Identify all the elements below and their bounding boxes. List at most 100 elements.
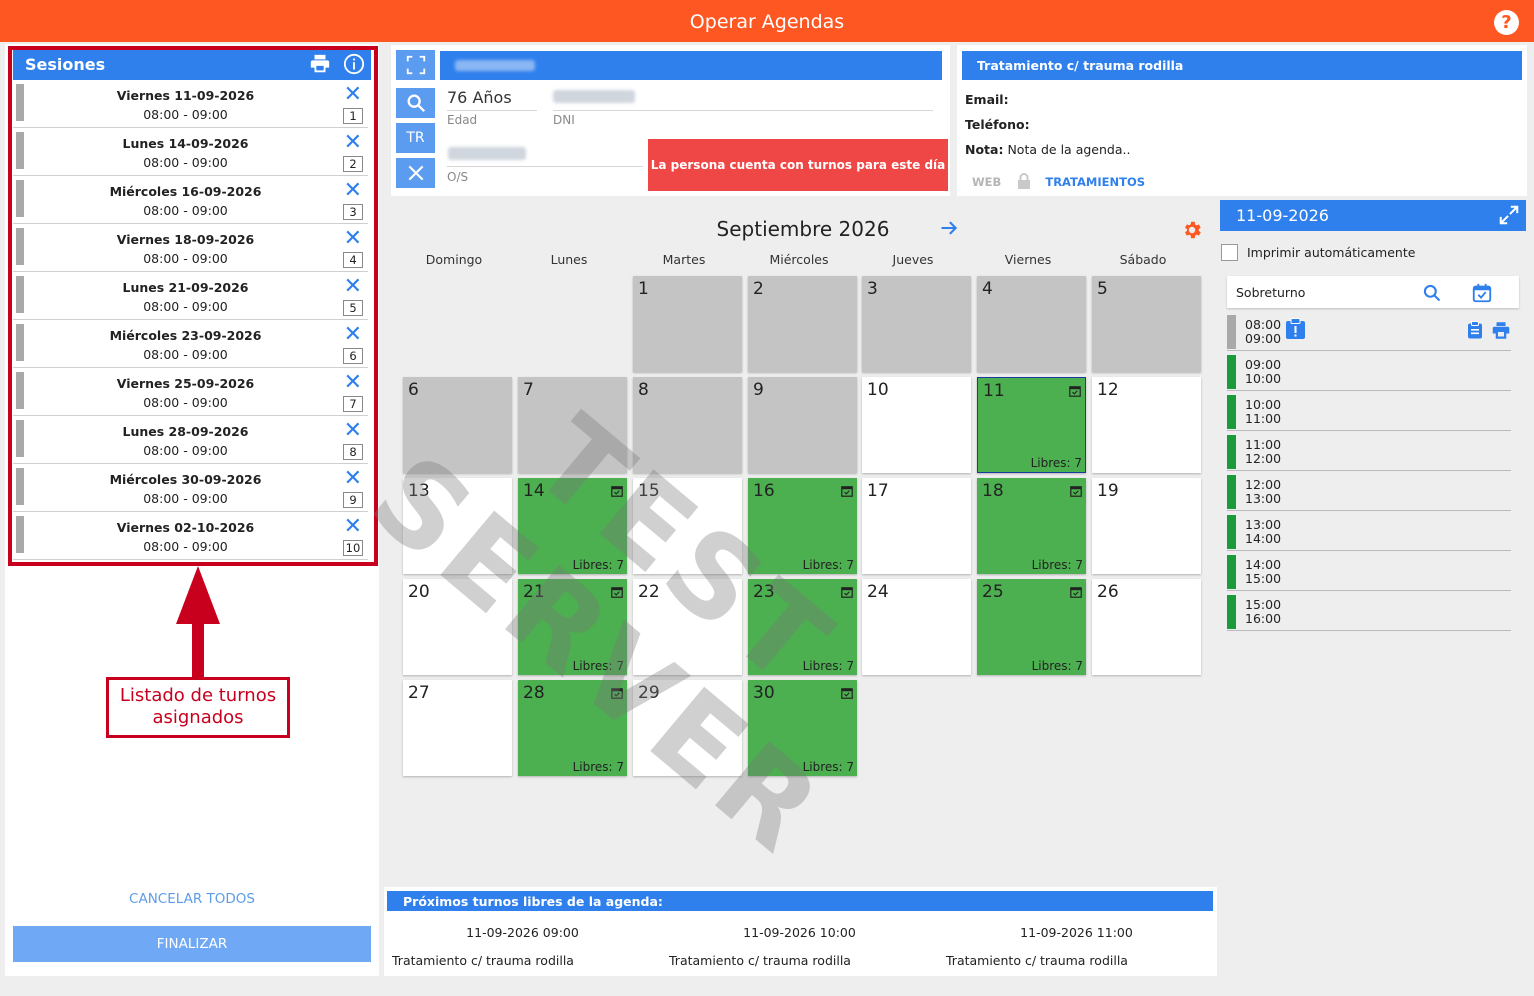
calendar-day[interactable]: 7 xyxy=(518,377,627,473)
cancel-all-button[interactable]: CANCELAR TODOS xyxy=(13,891,371,907)
time-slot[interactable]: 15:00 16:00 xyxy=(1227,593,1511,631)
expand-button[interactable] xyxy=(396,50,435,80)
time-slot[interactable]: 09:00 10:00 xyxy=(1227,353,1511,391)
calendar-day[interactable]: 24 xyxy=(862,579,971,675)
day-number: 7 xyxy=(523,380,534,400)
next-free-date[interactable]: 11-09-2026 10:00 xyxy=(661,925,938,940)
day-number: 29 xyxy=(638,683,660,703)
slot-status-bar xyxy=(1227,515,1236,549)
calendar-small-icon xyxy=(841,482,853,501)
calendar-settings-button[interactable] xyxy=(1181,219,1203,245)
free-slots-count: Libres: 7 xyxy=(572,558,624,572)
calendar-day[interactable]: 21 Libres: 7 xyxy=(518,579,627,675)
calendar-day[interactable]: 23 Libres: 7 xyxy=(748,579,857,675)
weekday-label: Miércoles xyxy=(769,252,829,267)
calendar-day[interactable]: 8 xyxy=(633,377,742,473)
selected-day-date: 11-09-2026 xyxy=(1236,206,1329,225)
next-free-treatment: Tratamiento c/ trauma rodilla xyxy=(392,953,574,968)
blurred-patient-name xyxy=(455,60,535,71)
day-number: 12 xyxy=(1097,380,1119,400)
annotation-frame xyxy=(8,46,378,566)
weekday-label: Lunes xyxy=(550,252,588,267)
weekday-label: Sábado xyxy=(1119,252,1167,267)
calendar-day[interactable]: 9 xyxy=(748,377,857,473)
calendar-month: Septiembre 2026 xyxy=(716,217,890,241)
auto-print-option[interactable]: Imprimir automáticamente xyxy=(1221,244,1415,261)
help-button[interactable]: ? xyxy=(1494,10,1519,35)
calendar-day[interactable]: 15 xyxy=(633,478,742,574)
calendar-day[interactable]: 29 xyxy=(633,680,742,776)
calendar-day[interactable]: 2 xyxy=(748,276,857,372)
time-slot[interactable]: 14:00 15:00 xyxy=(1227,553,1511,591)
calendar-small-icon xyxy=(611,583,623,602)
note-value: Nota de la agenda.. xyxy=(1007,142,1131,157)
day-number: 28 xyxy=(523,683,545,703)
calendar-small-icon xyxy=(841,583,853,602)
day-number: 9 xyxy=(753,380,764,400)
calendar-day[interactable]: 12 xyxy=(1092,377,1201,473)
free-slots-count: Libres: 7 xyxy=(802,558,854,572)
day-number: 22 xyxy=(638,582,660,602)
calendar-day[interactable]: 1 xyxy=(633,276,742,372)
calendar-check-icon[interactable] xyxy=(1471,282,1493,316)
calendar-day[interactable]: 26 xyxy=(1092,579,1201,675)
next-free-date[interactable]: 11-09-2026 11:00 xyxy=(938,925,1215,940)
slot-start: 11:00 xyxy=(1245,437,1282,452)
search-icon[interactable] xyxy=(1422,282,1442,315)
calendar-day[interactable]: 20 xyxy=(403,579,512,675)
calendar-day[interactable]: 18 Libres: 7 xyxy=(977,478,1086,574)
finalize-button[interactable]: FINALIZAR xyxy=(13,926,371,962)
expand-icon xyxy=(406,55,425,75)
time-slot[interactable]: 12:00 13:00 xyxy=(1227,473,1511,511)
calendar-day[interactable]: 16 Libres: 7 xyxy=(748,478,857,574)
clear-patient-button[interactable] xyxy=(396,158,435,188)
print-icon[interactable] xyxy=(1492,322,1510,343)
calendar-day[interactable]: 22 xyxy=(633,579,742,675)
calendar-day[interactable]: 4 xyxy=(977,276,1086,372)
calendar-day[interactable]: 13 xyxy=(403,478,512,574)
auto-print-checkbox[interactable] xyxy=(1221,244,1238,261)
fullscreen-icon xyxy=(1499,205,1519,225)
slot-end: 16:00 xyxy=(1245,611,1282,626)
time-slot[interactable]: 11:00 12:00 xyxy=(1227,433,1511,471)
calendar-day[interactable]: 14 Libres: 7 xyxy=(518,478,627,574)
slot-end: 10:00 xyxy=(1245,371,1282,386)
calendar-day[interactable]: 3 xyxy=(862,276,971,372)
gear-icon xyxy=(1185,221,1201,239)
auto-print-label: Imprimir automáticamente xyxy=(1247,245,1416,260)
calendar-day[interactable]: 11 Libres: 7 xyxy=(977,377,1086,473)
calendar-day[interactable]: 5 xyxy=(1092,276,1201,372)
tab-treatments[interactable]: TRATAMIENTOS xyxy=(1045,175,1145,189)
os-label: O/S xyxy=(447,170,469,184)
time-slot[interactable]: 13:00 14:00 xyxy=(1227,513,1511,551)
tr-button[interactable]: TR xyxy=(396,123,435,153)
day-number: 14 xyxy=(523,481,545,501)
clipboard-icon[interactable] xyxy=(1467,321,1483,343)
search-patient-button[interactable] xyxy=(396,88,435,118)
calendar-day[interactable]: 28 Libres: 7 xyxy=(518,680,627,776)
calendar-day[interactable]: 19 xyxy=(1092,478,1201,574)
time-slot[interactable]: 10:00 11:00 xyxy=(1227,393,1511,431)
alert-clipboard-icon[interactable] xyxy=(1285,318,1306,344)
day-number: 1 xyxy=(638,279,649,299)
expand-day-button[interactable] xyxy=(1498,204,1520,236)
day-number: 30 xyxy=(753,683,775,703)
slot-start: 15:00 xyxy=(1245,597,1282,612)
selected-day-header: 11-09-2026 xyxy=(1220,200,1526,231)
calendar-day[interactable]: 6 xyxy=(403,377,512,473)
calendar-day[interactable]: 27 xyxy=(403,680,512,776)
tab-web[interactable]: WEB xyxy=(972,175,1001,189)
time-slot[interactable]: 08:00 09:00 xyxy=(1227,313,1511,351)
calendar-day[interactable]: 25 Libres: 7 xyxy=(977,579,1086,675)
free-slots-count: Libres: 7 xyxy=(802,760,854,774)
next-free-date[interactable]: 11-09-2026 09:00 xyxy=(384,925,661,940)
age-label: Edad xyxy=(447,113,478,127)
calendar-day[interactable]: 30 Libres: 7 xyxy=(748,680,857,776)
calendar-day[interactable]: 17 xyxy=(862,478,971,574)
search-icon xyxy=(407,94,425,113)
next-month-button[interactable] xyxy=(939,218,959,243)
day-number: 27 xyxy=(408,683,430,703)
slot-start: 14:00 xyxy=(1245,557,1282,572)
calendar-day[interactable]: 10 xyxy=(862,377,971,473)
blurred-os xyxy=(448,147,526,160)
